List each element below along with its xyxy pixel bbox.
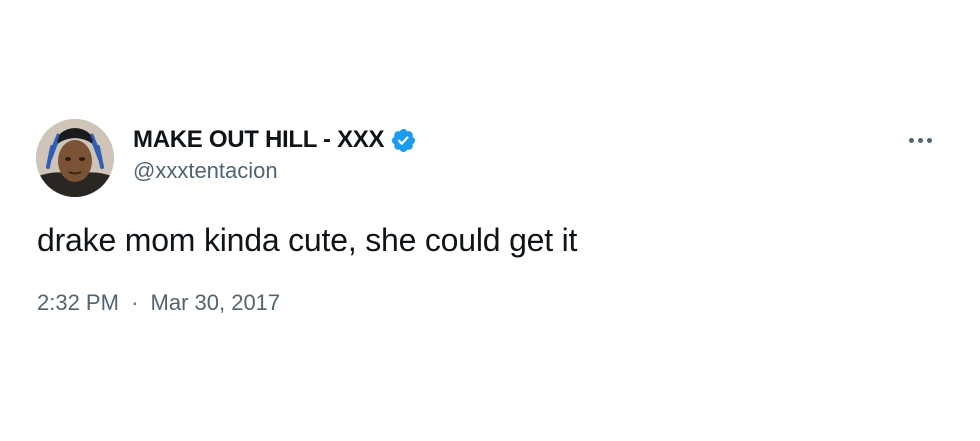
- meta-separator: ·: [131, 290, 139, 315]
- tweet-time-link[interactable]: 2:32 PM: [37, 290, 119, 315]
- author-handle[interactable]: @xxxtentacion: [133, 158, 278, 184]
- more-options-button[interactable]: [900, 128, 940, 152]
- author-display-name[interactable]: MAKE OUT HILL - XXX: [133, 126, 385, 154]
- author-avatar[interactable]: [36, 119, 114, 197]
- ellipsis-dot: [926, 137, 932, 143]
- tweet-text: drake mom kinda cute, she could get it: [37, 222, 578, 258]
- ellipsis-icon: [908, 137, 914, 143]
- profile-photo-icon: [36, 119, 114, 197]
- ellipsis-dot: [917, 137, 923, 143]
- tweet-card: MAKE OUT HILL - XXX @xxxtentacion drake …: [0, 0, 980, 441]
- author-name-row: MAKE OUT HILL - XXX: [133, 124, 417, 156]
- verified-badge-icon: [390, 127, 417, 154]
- tweet-timestamp: 2:32 PM · Mar 30, 2017: [37, 290, 280, 316]
- tweet-date-link[interactable]: Mar 30, 2017: [151, 290, 281, 315]
